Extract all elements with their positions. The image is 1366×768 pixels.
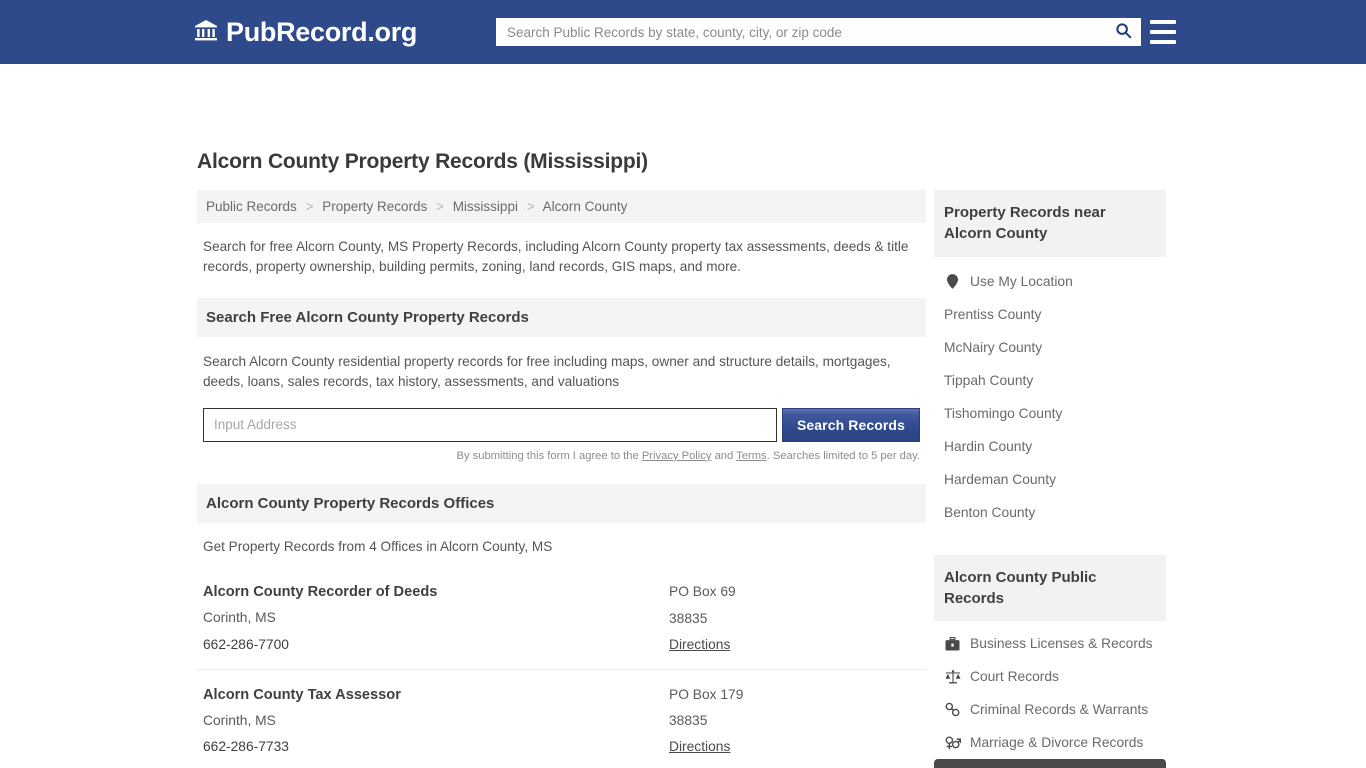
public-records-list: Business Licenses & Records Court Record… [934, 627, 1166, 768]
office-name: Alcorn County Recorder of Deeds [203, 584, 438, 601]
sidebar-item-marriage-divorce-records[interactable]: Marriage & Divorce Records [934, 726, 1166, 759]
sidebar-item-label: Criminal Records & Warrants [970, 702, 1149, 718]
office-city-state: Corinth, MS [203, 712, 276, 728]
office-zip: 38835 [669, 610, 708, 626]
offices-section-subtitle: Get Property Records from 4 Offices in A… [203, 538, 553, 554]
search-records-section: Search Free Alcorn County Property Recor… [197, 298, 926, 462]
office-address: PO Box 69 [669, 584, 736, 600]
breadcrumb-item-alcorn-county[interactable]: Alcorn County [543, 199, 628, 214]
hamburger-bar [1150, 20, 1176, 24]
office-address-block: PO Box 69 38835 Directions [669, 584, 920, 652]
directions-link[interactable]: Directions [669, 739, 730, 754]
map-pin-icon [944, 273, 961, 289]
handcuffs-icon [944, 702, 961, 717]
sidebar-item-tishomingo-county[interactable]: Tishomingo County [934, 397, 1166, 430]
terms-link[interactable]: Terms [736, 450, 766, 462]
privacy-policy-link[interactable]: Privacy Policy [642, 450, 712, 462]
sidebar-item-business-licenses[interactable]: Business Licenses & Records [934, 627, 1166, 660]
office-city-state: Corinth, MS [203, 610, 276, 626]
search-records-button[interactable]: Search Records [781, 407, 920, 442]
table-row: Alcorn County Tax Assessor Corinth, MS 6… [197, 670, 926, 768]
sidebar-item-label: Marriage & Divorce Records [970, 735, 1144, 751]
hamburger-bar [1150, 30, 1176, 34]
form-disclaimer: By submitting this form I agree to the P… [203, 450, 920, 462]
breadcrumb-item-mississippi[interactable]: Mississippi [453, 199, 518, 214]
breadcrumb-item-property-records[interactable]: Property Records [322, 199, 427, 214]
search-icon [1115, 22, 1132, 42]
public-records-panel: Alcorn County Public Records Business Li… [934, 554, 1166, 768]
bank-icon [194, 18, 218, 47]
sidebar-item-label: Benton County [944, 504, 1036, 520]
header-search-input[interactable] [497, 19, 1106, 45]
breadcrumb-item-public-records[interactable]: Public Records [206, 199, 297, 214]
header-search-button[interactable] [1106, 19, 1140, 45]
search-section-description: Search Alcorn County residential propert… [203, 354, 891, 390]
sidebar-item-label: Tippah County [944, 372, 1034, 388]
breadcrumb-separator: > [526, 199, 535, 214]
sidebar-item-tippah-county[interactable]: Tippah County [934, 364, 1166, 397]
hamburger-menu-icon[interactable] [1150, 20, 1176, 44]
page-title: Alcorn County Property Records (Mississi… [197, 150, 648, 173]
scales-of-justice-icon [944, 669, 961, 684]
address-input[interactable] [203, 407, 777, 442]
sidebar-item-label: Hardin County [944, 438, 1033, 454]
sidebar-item-hardin-county[interactable]: Hardin County [934, 430, 1166, 463]
nearby-records-heading: Property Records near Alcorn County [934, 190, 1166, 257]
offices-section-heading: Alcorn County Property Records Offices [197, 483, 926, 523]
office-address: PO Box 179 [669, 686, 744, 702]
sidebar-item-mcnairy-county[interactable]: McNairy County [934, 331, 1166, 364]
sidebar-item-benton-county[interactable]: Benton County [934, 496, 1166, 529]
office-name: Alcorn County Tax Assessor [203, 686, 401, 703]
directions-link[interactable]: Directions [669, 637, 730, 652]
offices-section: Alcorn County Property Records Offices G… [197, 483, 926, 768]
office-address-block: PO Box 179 38835 Directions [669, 687, 920, 755]
breadcrumb: Public Records > Property Records > Miss… [197, 190, 926, 223]
office-info: Alcorn County Tax Assessor Corinth, MS 6… [203, 687, 669, 755]
breadcrumb-separator: > [305, 199, 314, 214]
sidebar-item-label: Business Licenses & Records [970, 636, 1153, 652]
sidebar-item-prentiss-county[interactable]: Prentiss County [934, 298, 1166, 331]
sidebar-item-label: Use My Location [970, 273, 1073, 289]
sidebar-item-label: Tishomingo County [944, 405, 1063, 421]
nearby-records-list: Use My Location Prentiss County McNairy … [934, 265, 1166, 529]
site-logo-text: PubRecord.org [226, 17, 418, 47]
breadcrumb-separator: > [436, 199, 444, 214]
sidebar-item-label: McNairy County [944, 339, 1043, 355]
address-search-form: Search Records [203, 407, 920, 442]
office-phone[interactable]: 662-286-7733 [203, 739, 669, 754]
sidebar-item-label: Hardeman County [944, 471, 1056, 487]
page-intro-text: Search for free Alcorn County, MS Proper… [203, 239, 909, 274]
table-row: Alcorn County Recorder of Deeds Corinth,… [197, 567, 926, 670]
gender-symbols-icon [944, 735, 961, 750]
sidebar-item-court-records[interactable]: Court Records [934, 660, 1166, 693]
sidebar-item-hardeman-county[interactable]: Hardeman County [934, 463, 1166, 496]
sidebar: Property Records near Alcorn County Use … [934, 190, 1166, 768]
office-phone[interactable]: 662-286-7700 [203, 637, 669, 652]
office-zip: 38835 [669, 713, 708, 729]
search-section-heading: Search Free Alcorn County Property Recor… [197, 298, 926, 338]
form-disclaimer-suffix: . Searches limited to 5 per day. [766, 449, 920, 462]
search-section-body: Search Alcorn County residential propert… [197, 352, 926, 462]
hamburger-bar [1150, 40, 1176, 44]
site-logo[interactable]: PubRecord.org [194, 18, 417, 47]
briefcase-icon [944, 636, 961, 651]
sidebar-item-label: Court Records [970, 669, 1059, 685]
office-info: Alcorn County Recorder of Deeds Corinth,… [203, 584, 669, 652]
public-records-heading: Alcorn County Public Records [934, 554, 1166, 622]
sidebar-item-label: Prentiss County [944, 306, 1042, 322]
sidebar-item-property-records[interactable]: Property Records [934, 759, 1166, 768]
sidebar-item-criminal-records[interactable]: Criminal Records & Warrants [934, 693, 1166, 726]
form-disclaimer-prefix: By submitting this form I agree to the [456, 449, 642, 462]
sidebar-item-use-my-location[interactable]: Use My Location [934, 265, 1166, 298]
header-search-box[interactable] [496, 18, 1141, 46]
main-content: Public Records > Property Records > Miss… [197, 190, 926, 768]
nearby-records-panel: Property Records near Alcorn County Use … [934, 190, 1166, 529]
form-disclaimer-and: and [711, 449, 737, 462]
site-header: PubRecord.org [0, 0, 1366, 64]
